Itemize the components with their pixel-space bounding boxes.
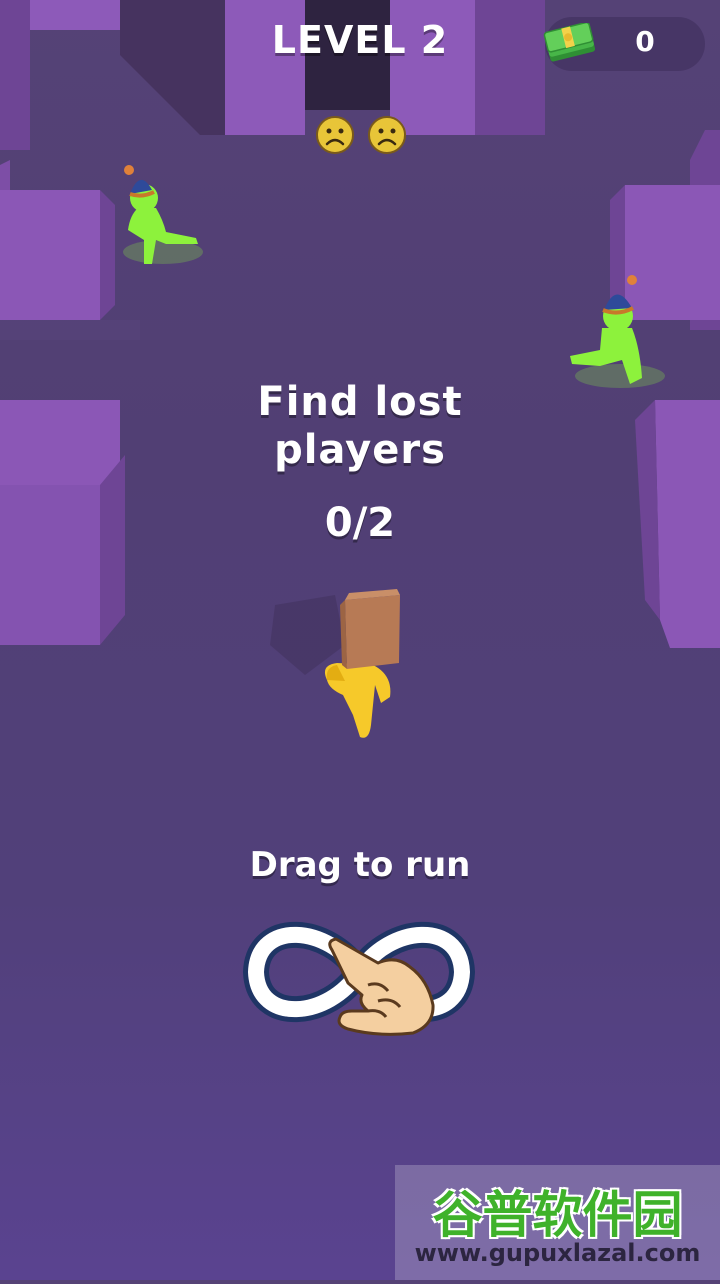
watermark-url: www.gupuxlazal.com	[414, 1239, 701, 1267]
player-character	[270, 589, 400, 738]
sad-face-icon	[316, 116, 354, 154]
lost-player-left	[123, 165, 203, 264]
tutorial-hint: Drag to run	[249, 845, 471, 885]
cash-stack-icon	[543, 23, 596, 62]
found-counter: 0/2	[324, 500, 396, 546]
objective-text: Find lost players	[0, 378, 720, 474]
objective-line-2: players	[274, 427, 446, 473]
objective-line-1: Find lost	[257, 379, 463, 425]
watermark-title: 谷普软件园	[432, 1186, 683, 1244]
lost-player-right	[570, 275, 665, 388]
cash-counter: 0	[543, 17, 705, 71]
sad-face-icon	[368, 116, 406, 154]
cash-value: 0	[635, 25, 655, 58]
watermark: 谷普软件园 www.gupuxlazal.com	[395, 1165, 720, 1280]
game-scene[interactable]: LEVEL 2 0 Find lost players 0/2 Drag to …	[0, 0, 720, 1280]
infinity-drag-gesture-icon	[242, 921, 476, 1036]
